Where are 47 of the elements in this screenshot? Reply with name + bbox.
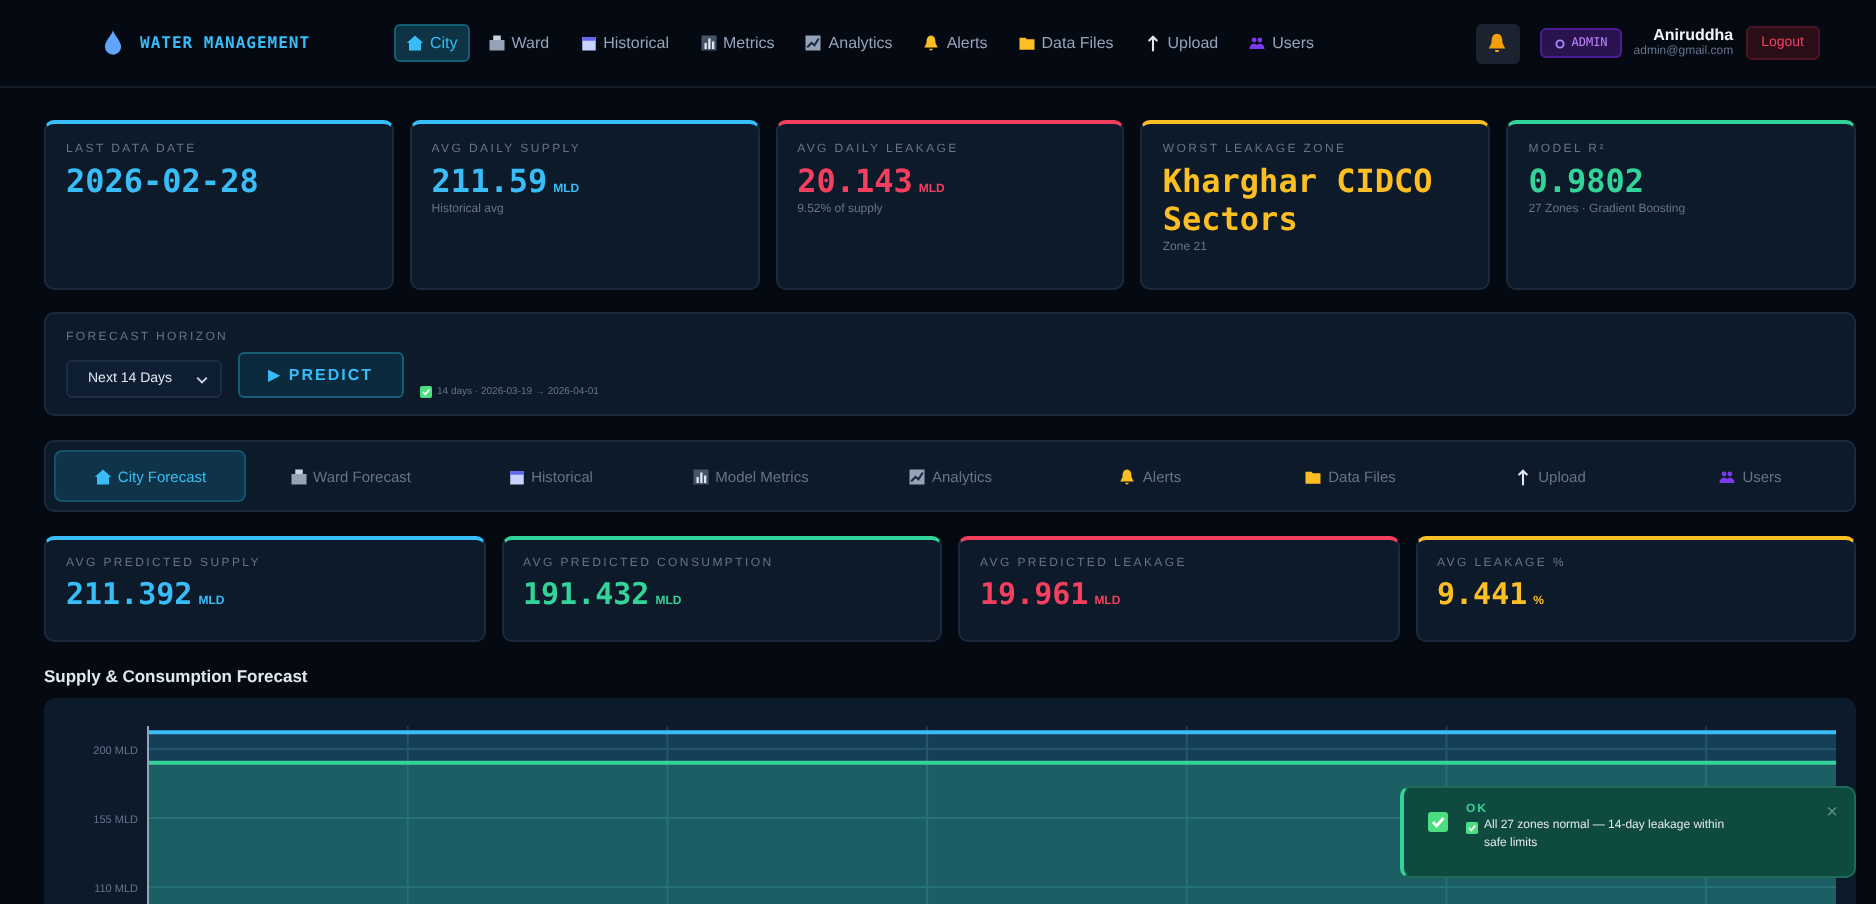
user-name: Aniruddha [1653,27,1734,45]
water-drop-icon [104,30,122,56]
bell-icon [922,34,941,52]
house-icon [406,34,424,52]
card-value: 0.9802 [1528,162,1644,201]
bar-chart-icon [699,34,718,52]
arrow-up-icon [1514,467,1533,485]
card-value: 19.961 [980,576,1089,612]
chart-title: Supply & Consumption Forecast [44,666,310,686]
card-value: 191.432 [523,576,650,612]
card-value: Kharghar CIDCO Sectors [1162,162,1435,239]
users-icon [1248,34,1267,52]
nav-tab[interactable]: Users [1236,24,1327,62]
chart-icon [804,34,823,52]
card-value: 211.392 [66,576,193,612]
bell-icon [1486,32,1509,54]
building-icon [487,34,506,52]
house-icon [93,467,112,485]
calendar-icon [507,467,526,485]
card-value: 211.59 [431,162,548,201]
calendar-icon [579,34,598,52]
card-value: 2026-02-28 [66,162,259,201]
notifications-button[interactable] [1475,23,1520,63]
nav-tab[interactable]: Alerts [910,24,1000,62]
card-value: 9.441 [1437,576,1528,612]
nav-tab[interactable]: Upload [1131,24,1231,62]
checkbox-icon [419,386,432,398]
checkbox-icon [1428,812,1448,832]
bar-chart-icon [691,467,710,485]
chart-icon [907,467,926,485]
card-value: 20.143 [797,162,913,201]
checkbox-icon [1466,822,1478,834]
nav-tab[interactable]: Historical [567,24,682,62]
building-icon [289,467,308,485]
arrow-up-icon [1143,34,1162,52]
nav-tab[interactable]: City [394,24,470,62]
folder-icon [1304,467,1323,485]
chevron-down-icon [196,375,209,383]
nav-tab[interactable]: Analytics [792,24,905,62]
bell-icon [1118,467,1137,485]
nav-tab[interactable]: Ward [475,24,562,62]
nav-tab[interactable]: Data Files [1005,24,1126,62]
users-icon [1718,467,1737,485]
app-title: WATER MANAGEMENT [140,34,311,52]
folder-icon [1017,34,1036,52]
nav-tab[interactable]: Metrics [687,24,787,62]
predict-button[interactable]: ▶ PREDICT [238,352,404,398]
